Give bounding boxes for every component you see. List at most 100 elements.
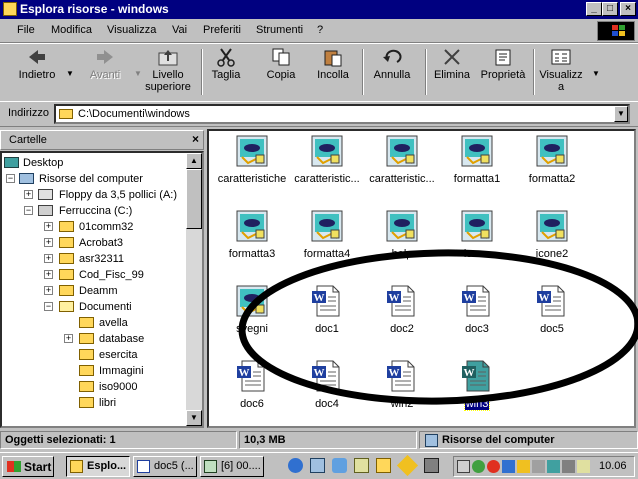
paste-button[interactable]: Incolla <box>313 47 353 81</box>
file-item[interactable]: svegni <box>212 285 292 335</box>
undo-label: Annulla <box>373 69 411 81</box>
svg-text:W: W <box>389 292 400 304</box>
file-item[interactable]: formatta2 <box>512 135 592 185</box>
pencil-icon[interactable] <box>396 454 419 477</box>
file-item[interactable]: help <box>362 210 442 260</box>
tray-globe-icon[interactable] <box>472 460 485 473</box>
expand-icon[interactable]: + <box>44 238 53 247</box>
title-bar[interactable]: Esplora risorse - windows _ □ × <box>0 0 638 19</box>
folders-pane-close-button[interactable]: × <box>192 132 199 146</box>
forward-button[interactable]: Avanti <box>80 47 130 81</box>
taskbar-item-word[interactable]: doc5 (... <box>133 456 197 477</box>
file-item[interactable]: Wdoc1 <box>287 285 367 335</box>
delete-button[interactable]: Elimina <box>431 47 473 81</box>
folder-icon <box>59 269 74 280</box>
properties-button[interactable]: Proprietà <box>478 47 528 81</box>
file-item[interactable]: Wdoc3 <box>437 285 517 335</box>
tray-icon[interactable] <box>547 460 560 473</box>
menu-file[interactable]: File <box>17 24 35 36</box>
collapse-icon[interactable]: − <box>24 206 33 215</box>
scroll-up-button[interactable]: ▲ <box>186 153 202 169</box>
standard-toolbar: Indietro ▼ Avanti ▼ Livello superiore Ta… <box>0 43 638 102</box>
file-item[interactable]: icone2 <box>512 210 592 260</box>
address-value[interactable]: C:\Documenti\windows <box>78 108 190 120</box>
file-item[interactable]: formatta4 <box>287 210 367 260</box>
menu-help[interactable]: ? <box>317 24 323 36</box>
forward-label: Avanti <box>89 69 121 81</box>
properties-icon <box>492 47 514 67</box>
collapse-icon[interactable]: − <box>44 302 53 311</box>
paint-image-icon <box>461 210 493 242</box>
expand-icon[interactable]: + <box>44 254 53 263</box>
expand-icon[interactable]: + <box>44 270 53 279</box>
expand-icon[interactable]: + <box>44 286 53 295</box>
menu-modifica[interactable]: Modifica <box>51 24 92 36</box>
close-button[interactable]: × <box>620 2 636 16</box>
tree-scrollbar[interactable]: ▲ ▼ <box>186 153 202 426</box>
tray-icon[interactable] <box>577 460 590 473</box>
views-dropdown-icon[interactable]: ▼ <box>592 69 600 78</box>
floppy-drive-icon <box>38 189 53 200</box>
desktop-icon <box>4 157 19 168</box>
expand-icon[interactable]: + <box>24 190 33 199</box>
views-button[interactable]: Visualizz a <box>536 47 586 93</box>
taskbar-item-paint[interactable]: [6] 00.... <box>200 456 264 477</box>
minimize-button[interactable]: _ <box>586 2 602 16</box>
internet-explorer-icon[interactable] <box>288 458 303 473</box>
outlook-icon[interactable] <box>332 458 347 473</box>
expand-icon[interactable]: + <box>64 334 73 343</box>
tray-speaker-icon[interactable] <box>562 460 575 473</box>
maximize-button[interactable]: □ <box>602 2 618 16</box>
menu-preferiti[interactable]: Preferiti <box>203 24 241 36</box>
folder-icon[interactable] <box>376 458 391 473</box>
start-button[interactable]: Start <box>2 456 54 477</box>
file-item[interactable]: icone <box>437 210 517 260</box>
collapse-icon[interactable]: − <box>6 174 15 183</box>
address-field[interactable]: C:\Documenti\windows ▼ <box>54 104 630 124</box>
menu-strumenti[interactable]: Strumenti <box>256 24 303 36</box>
file-item[interactable]: Wdoc6 <box>212 360 292 410</box>
file-item[interactable]: Wdoc5 <box>512 285 592 335</box>
forward-dropdown-icon[interactable]: ▼ <box>134 69 142 78</box>
scroll-thumb[interactable] <box>186 169 202 229</box>
file-item[interactable]: formatta3 <box>212 210 292 260</box>
tray-monitor-icon[interactable] <box>502 460 515 473</box>
menu-vai[interactable]: Vai <box>172 24 187 36</box>
copy-icon <box>270 47 292 67</box>
folder-icon <box>59 221 74 232</box>
file-item[interactable]: Wdoc4 <box>287 360 367 410</box>
paste-icon <box>322 47 344 67</box>
clock[interactable]: 10.06 <box>599 460 627 472</box>
menu-visualizza[interactable]: Visualizza <box>107 24 156 36</box>
tray-icon[interactable] <box>532 460 545 473</box>
word-document-icon: W <box>461 360 493 392</box>
expand-icon[interactable]: + <box>44 222 53 231</box>
settings-icon[interactable] <box>424 458 439 473</box>
tray-icon[interactable] <box>517 460 530 473</box>
scroll-down-button[interactable]: ▼ <box>186 410 202 426</box>
file-item[interactable]: caratteristic... <box>287 135 367 185</box>
tray-icon[interactable] <box>457 460 470 473</box>
file-item[interactable]: caratteristiche <box>212 135 292 185</box>
file-item[interactable]: Wdoc2 <box>362 285 442 335</box>
copy-button[interactable]: Copia <box>261 47 301 81</box>
up-level-button[interactable]: Livello superiore <box>143 47 193 93</box>
explorer-app-icon[interactable] <box>3 2 17 16</box>
svg-text:W: W <box>314 367 325 379</box>
file-item[interactable]: Wwin2 <box>362 360 442 410</box>
file-item[interactable]: formatta1 <box>437 135 517 185</box>
file-name: doc5 <box>540 323 564 335</box>
tray-icon[interactable] <box>487 460 500 473</box>
back-dropdown-icon[interactable]: ▼ <box>66 69 74 78</box>
window-title: Esplora risorse - windows <box>20 2 169 16</box>
taskbar-item-explorer[interactable]: Esplo... <box>66 456 130 477</box>
cut-button[interactable]: Taglia <box>206 47 246 81</box>
file-item[interactable]: Wwin3 <box>437 360 517 411</box>
undo-button[interactable]: Annulla <box>369 47 415 81</box>
network-icon[interactable] <box>310 458 325 473</box>
file-name: win2 <box>390 398 414 410</box>
search-icon[interactable] <box>354 458 369 473</box>
file-item[interactable]: caratteristic... <box>362 135 442 185</box>
address-dropdown-button[interactable]: ▼ <box>614 106 628 122</box>
back-button[interactable]: Indietro <box>12 47 62 81</box>
